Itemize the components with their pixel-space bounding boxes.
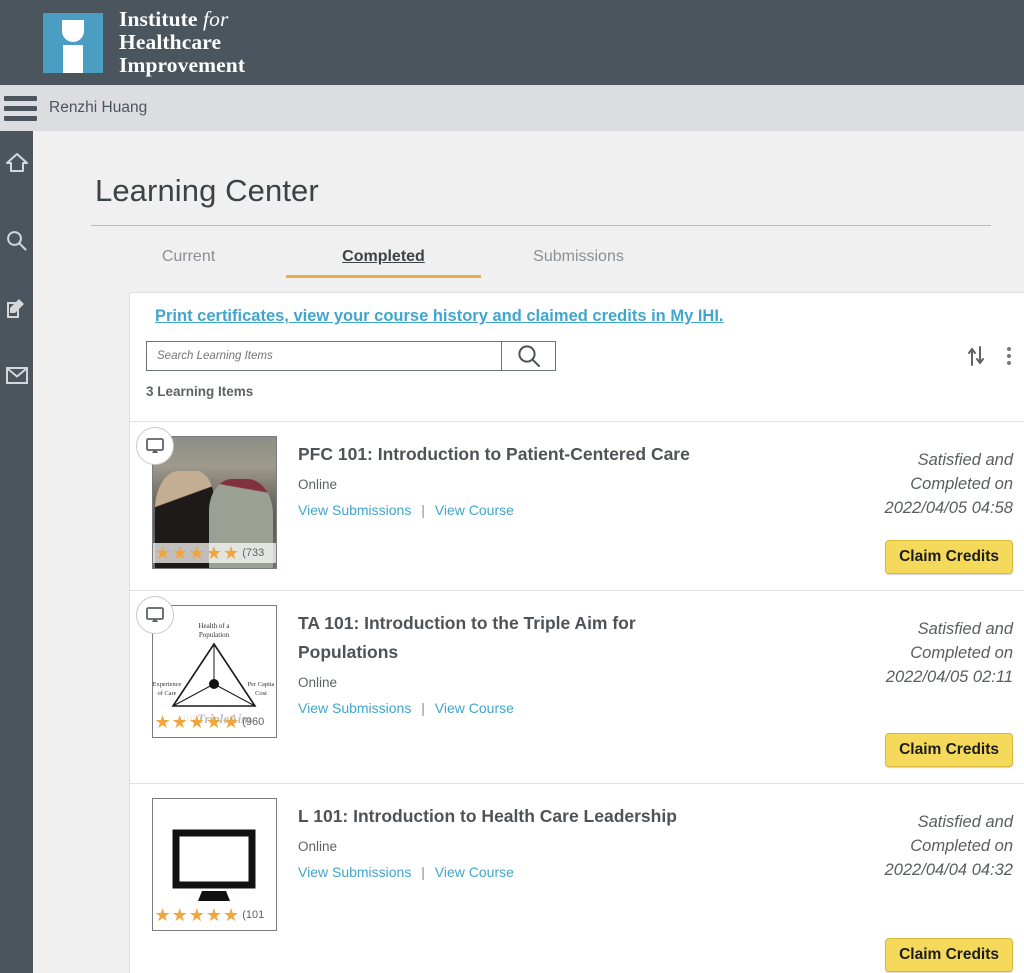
status-line-3: 2022/04/05 04:58 [884,499,1013,517]
search-row [146,340,1024,372]
rating-stars: ★★★★★ [154,543,241,563]
logo-line-3: Improvement [119,53,246,77]
link-separator: | [421,502,425,518]
learning-center-page: Institute for Healthcare Improvement Ren… [0,0,1024,973]
course-title: PFC 101: Introduction to Patient-Centere… [298,444,690,464]
search-icon [517,345,540,367]
page-title: Learning Center [95,173,319,208]
claim-credits-button[interactable]: Claim Credits [885,540,1013,574]
link-separator: | [421,700,425,716]
search-input[interactable] [147,342,501,370]
tab-current[interactable]: Current [91,238,286,278]
view-submissions-link[interactable]: View Submissions [298,502,411,518]
svg-text:Cost: Cost [255,690,267,697]
rating: ★★★★★ (960 [152,712,276,732]
rating-count: (101 [242,909,265,921]
course-status-col: Satisfied and Completed on 2022/04/05 02… [791,605,1024,767]
rating: ★★★★★ (733 [152,543,276,563]
tab-submissions[interactable]: Submissions [481,238,676,278]
course-info: PFC 101: Introduction to Patient-Centere… [298,436,791,574]
learning-items-panel: Print certificates, view your course his… [129,292,1024,973]
user-bar: Renzhi Huang [0,85,1024,131]
view-course-link[interactable]: View Course [435,700,514,716]
rating-count: (733 [242,547,265,559]
more-vertical-icon[interactable] [1007,347,1011,365]
search-button[interactable] [501,342,555,370]
course-list-item[interactable]: Health of a Population Experience of Car… [130,591,1024,784]
course-thumbnail-wrap: Health of a Population Experience of Car… [130,596,298,767]
list-actions [967,346,1011,366]
course-thumbnail: ★★★★★ (101 [151,798,277,931]
course-list-item[interactable]: ★★★★★ (733 PFC 101: Introduction to Pati… [130,422,1024,591]
course-status: Satisfied and Completed on 2022/04/04 04… [885,810,1013,882]
status-line-2: Completed on [910,837,1013,855]
logo-line-2: Healthcare [119,30,222,54]
ihi-logo-mark-icon [43,12,103,73]
course-links: View Submissions | View Course [298,864,783,880]
course-status-col: Satisfied and Completed on 2022/04/05 04… [791,436,1024,574]
rating-stars: ★★★★★ [154,905,241,925]
svg-text:of Care: of Care [157,690,176,697]
course-status: Satisfied and Completed on 2022/04/05 04… [885,448,1013,520]
status-line-3: 2022/04/05 02:11 [885,668,1013,686]
course-title: TA 101: Introduction to the Triple Aim f… [298,613,636,662]
view-course-link[interactable]: View Course [435,502,514,518]
status-line-2: Completed on [910,475,1013,493]
course-thumbnail-wrap: ★★★★★ (733 [130,427,298,574]
link-separator: | [421,864,425,880]
monitor-icon [136,596,174,634]
panel-header: Print certificates, view your course his… [130,293,1024,421]
status-line-1: Satisfied and [917,813,1013,831]
svg-text:Population: Population [198,631,229,639]
course-info: L 101: Introduction to Health Care Leade… [298,798,791,972]
sort-arrows-icon[interactable] [967,346,985,366]
svg-text:Experience: Experience [153,681,182,688]
item-count-label: 3 Learning Items [146,384,254,399]
view-submissions-link[interactable]: View Submissions [298,864,411,880]
course-links: View Submissions | View Course [298,502,783,518]
rating-stars: ★★★★★ [154,712,241,732]
course-links: View Submissions | View Course [298,700,783,716]
course-modality: Online [298,675,338,690]
left-nav-rail [0,131,33,973]
tab-bar: Current Completed Submissions [91,226,1024,278]
main-content: Learning Center Current Completed Submis… [33,131,1024,973]
logo-line-1: Institute [119,7,198,31]
ihi-logo: Institute for Healthcare Improvement [43,8,245,77]
claim-credits-button[interactable]: Claim Credits [885,733,1013,767]
rating-count: (960 [242,716,265,728]
search-box [146,341,556,371]
course-modality: Online [298,477,338,492]
status-line-3: 2022/04/04 04:32 [884,861,1013,879]
ihi-logo-text: Institute for Healthcare Improvement [119,8,245,77]
rating: ★★★★★ (101 [152,905,276,925]
course-thumbnail-wrap: ★★★★★ (101 [130,798,298,972]
status-line-1: Satisfied and [917,620,1013,638]
status-line-2: Completed on [910,644,1013,662]
status-line-1: Satisfied and [917,451,1013,469]
course-modality: Online [298,839,338,854]
course-info: TA 101: Introduction to the Triple Aim f… [298,605,791,767]
tab-completed[interactable]: Completed [286,238,481,278]
course-title: L 101: Introduction to Health Care Leade… [298,806,677,826]
course-list-item[interactable]: ★★★★★ (101 L 101: Introduction to Health… [130,784,1024,973]
claim-credits-button[interactable]: Claim Credits [885,938,1013,972]
print-certificates-link[interactable]: Print certificates, view your course his… [155,307,724,326]
svg-text:Per Capita: Per Capita [247,681,274,688]
hamburger-icon[interactable] [4,95,37,121]
logo-line-1-italic: for [203,7,229,31]
view-course-link[interactable]: View Course [435,864,514,880]
view-submissions-link[interactable]: View Submissions [298,700,411,716]
brand-header: Institute for Healthcare Improvement [0,0,1024,85]
course-status-col: Satisfied and Completed on 2022/04/04 04… [791,798,1024,972]
svg-text:Health of a: Health of a [198,622,230,630]
compose-icon[interactable] [6,297,28,319]
monitor-icon [136,427,174,465]
username-label: Renzhi Huang [49,99,148,116]
mail-icon[interactable] [5,364,28,386]
course-status: Satisfied and Completed on 2022/04/05 02… [886,617,1013,689]
search-icon[interactable] [6,229,28,251]
home-icon[interactable] [5,151,28,173]
